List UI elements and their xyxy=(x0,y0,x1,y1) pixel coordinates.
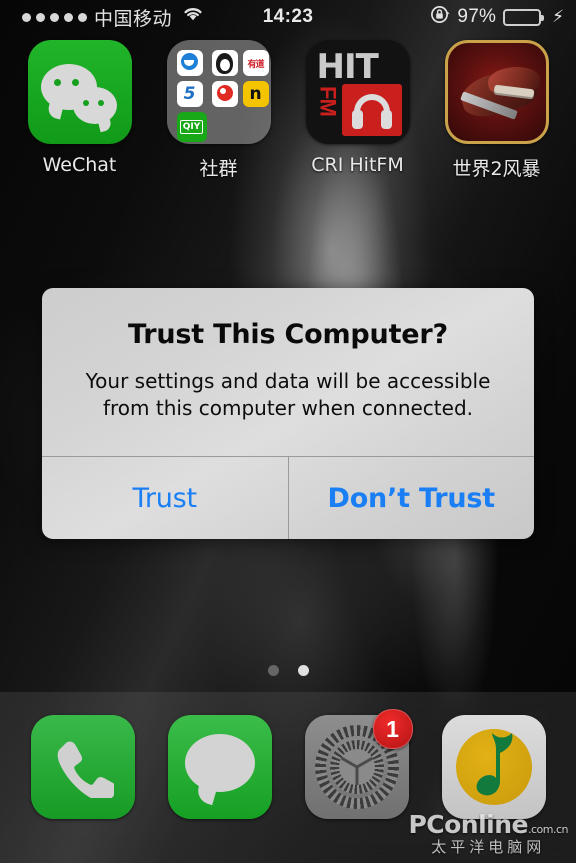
watermark: PConline.com.cn 太平洋电脑网 xyxy=(408,812,568,855)
alert-overlay: Trust This Computer? Your settings and d… xyxy=(0,0,576,863)
iphone-home-screen: 中国移动 14:23 97% ⚡ WeChat 有道 5 n QIY 社群 HI… xyxy=(0,0,576,863)
alert-title: Trust This Computer? xyxy=(128,319,448,350)
dont-trust-button[interactable]: Don’t Trust xyxy=(287,457,535,539)
alert-message: Your settings and data will be accessibl… xyxy=(85,369,491,420)
trust-button[interactable]: Trust xyxy=(42,457,288,539)
alert-buttons: Trust Don’t Trust xyxy=(42,456,534,539)
watermark-brand: PConline.com.cn xyxy=(408,812,568,837)
alert-content: Trust This Computer? Your settings and d… xyxy=(42,288,534,456)
trust-computer-alert: Trust This Computer? Your settings and d… xyxy=(42,288,534,539)
watermark-brand-suffix: .com.cn xyxy=(527,823,569,836)
watermark-brand-text: PConline xyxy=(408,810,528,839)
watermark-subtitle: 太平洋电脑网 xyxy=(431,838,546,856)
